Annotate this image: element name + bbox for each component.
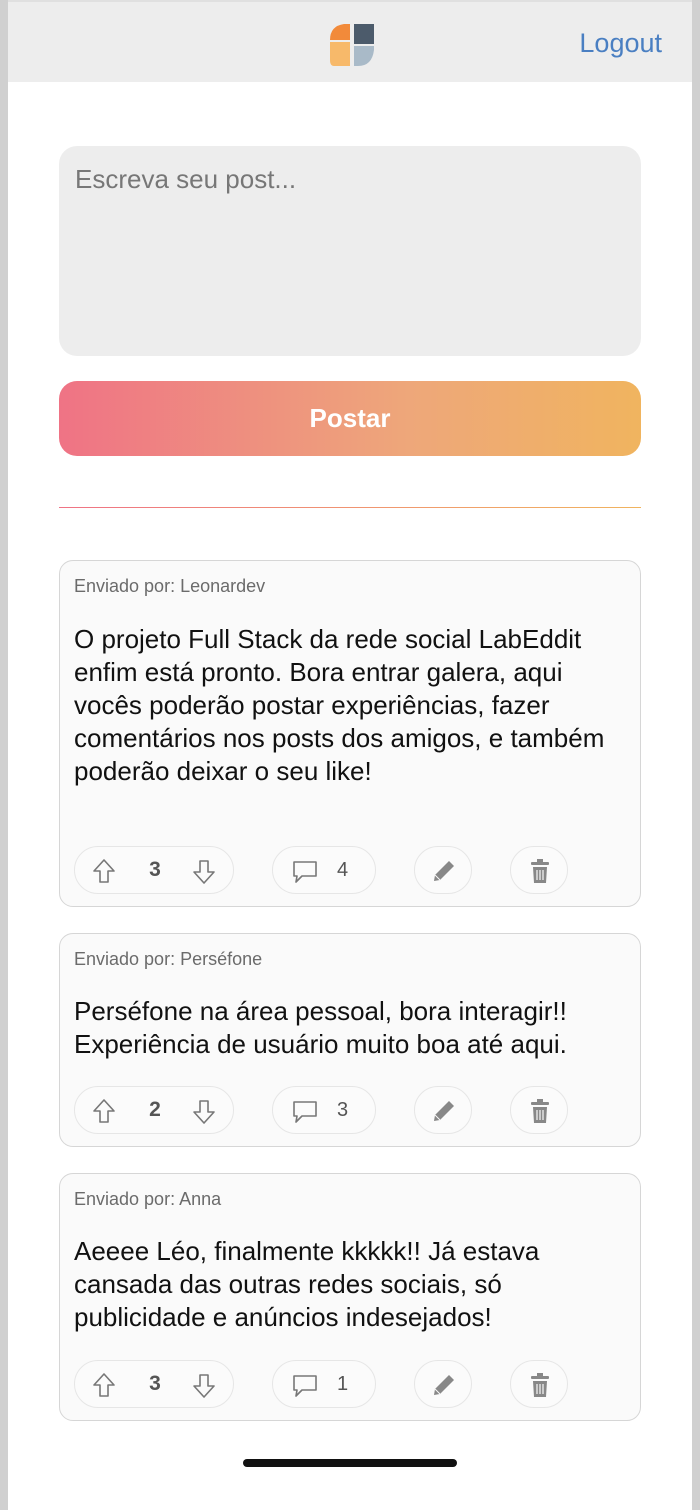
upvote-icon[interactable] — [91, 1372, 117, 1398]
post-card: Enviado por: Leonardev O projeto Full St… — [59, 560, 641, 907]
edit-button[interactable] — [414, 846, 472, 894]
downvote-icon[interactable] — [191, 859, 217, 885]
top-bar: Logout — [8, 0, 692, 82]
post-text: Aeeee Léo, finalmente kkkkk!! Já estava … — [74, 1236, 540, 1332]
comments-button[interactable]: 1 — [272, 1360, 376, 1408]
comment-icon — [293, 1101, 317, 1123]
divider — [59, 507, 641, 508]
comment-count: 3 — [337, 1099, 349, 1121]
pencil-icon — [434, 1375, 454, 1395]
post-author: Enviado por: Anna — [74, 1189, 222, 1209]
post-text: Perséfone na área pessoal, bora interagi… — [74, 996, 567, 1059]
app-screen: Logout Postar Enviado por: Leonardev O p… — [8, 0, 692, 1510]
logout-link[interactable]: Logout — [579, 28, 662, 59]
pencil-icon — [434, 1101, 454, 1121]
post-button[interactable]: Postar — [59, 381, 641, 456]
edit-button[interactable] — [414, 1360, 472, 1408]
downvote-icon[interactable] — [191, 1373, 217, 1399]
comment-icon — [293, 861, 317, 883]
comments-button[interactable]: 4 — [272, 846, 376, 894]
upvote-icon[interactable] — [91, 1098, 117, 1124]
pencil-icon — [434, 861, 454, 881]
delete-button[interactable] — [510, 1086, 568, 1134]
comment-icon — [293, 1375, 317, 1397]
delete-button[interactable] — [510, 1360, 568, 1408]
app-logo-icon — [330, 24, 374, 66]
comment-count: 4 — [337, 859, 349, 881]
vote-count: 3 — [149, 858, 161, 881]
post-author: Enviado por: Perséfone — [74, 949, 263, 969]
vote-controls: 3 — [74, 1360, 234, 1408]
vote-controls: 2 — [74, 1086, 234, 1134]
post-input[interactable] — [59, 146, 641, 356]
vote-controls: 3 — [74, 846, 234, 894]
home-indicator — [243, 1459, 457, 1467]
trash-icon — [531, 1373, 549, 1397]
comments-button[interactable]: 3 — [272, 1086, 376, 1134]
comment-count: 1 — [337, 1373, 349, 1395]
post-card: Enviado por: Perséfone Perséfone na área… — [59, 933, 641, 1147]
downvote-icon[interactable] — [191, 1099, 217, 1125]
vote-count: 2 — [149, 1098, 161, 1121]
delete-button[interactable] — [510, 846, 568, 894]
trash-icon — [531, 859, 549, 883]
edit-button[interactable] — [414, 1086, 472, 1134]
post-card: Enviado por: Anna Aeeee Léo, finalmente … — [59, 1173, 641, 1421]
trash-icon — [531, 1099, 549, 1123]
post-author: Enviado por: Leonardev — [74, 576, 266, 596]
upvote-icon[interactable] — [91, 858, 117, 884]
post-text: O projeto Full Stack da rede social LabE… — [74, 624, 605, 786]
vote-count: 3 — [149, 1372, 161, 1395]
